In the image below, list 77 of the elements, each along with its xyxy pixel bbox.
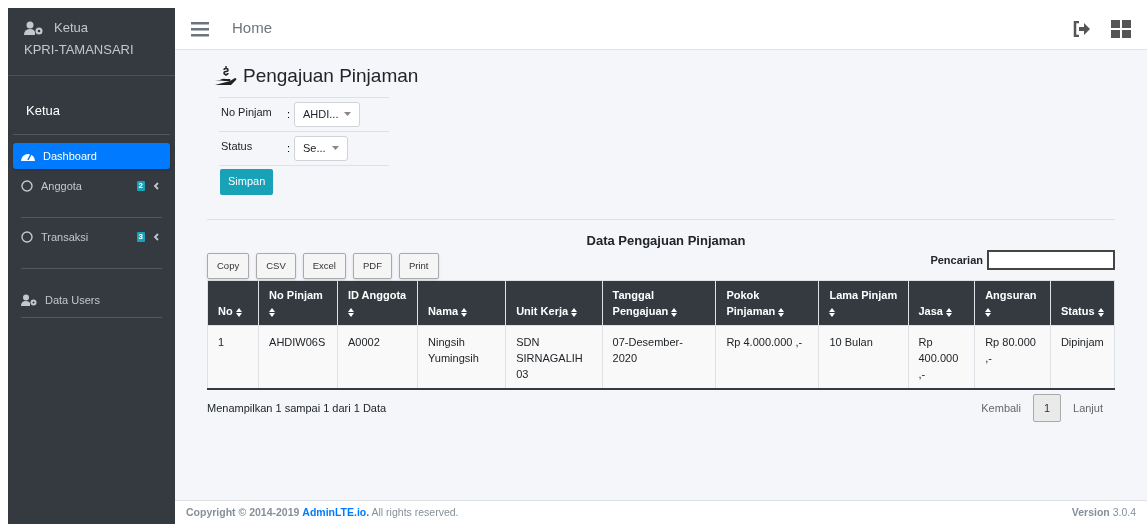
- column-header[interactable]: No Pinjam: [258, 280, 338, 326]
- field-label: No Pinjam: [220, 104, 273, 120]
- table-cell: A0002: [337, 325, 418, 389]
- select-field[interactable]: Se...: [294, 135, 348, 161]
- colon-text: :: [287, 106, 292, 122]
- menu-item[interactable]: Transaksi 3: [21, 224, 162, 250]
- table-info: Menampilkan 1 sampai 1 dari 1 Data: [207, 400, 387, 416]
- user-gear-icon: [21, 294, 37, 306]
- column-header[interactable]: ID Anggota: [337, 280, 418, 326]
- table-cell: Rp 400.000 ,-: [908, 325, 975, 389]
- table-cell: Ningsih Yumingsih: [417, 325, 506, 389]
- column-header[interactable]: Jasa: [908, 280, 975, 326]
- sort-icon: [946, 307, 953, 317]
- menu-icon[interactable]: [191, 20, 209, 37]
- column-header[interactable]: Angsuran: [974, 280, 1051, 326]
- menu-item[interactable]: Anggota 2: [21, 173, 162, 199]
- user-gear-icon: [24, 20, 44, 35]
- grid-icon[interactable]: [1111, 19, 1131, 38]
- table-title: Data Pengajuan Pinjaman: [585, 231, 747, 250]
- user-name[interactable]: Ketua: [26, 103, 60, 118]
- count-badge: 3: [136, 232, 145, 242]
- sort-icon: [671, 307, 678, 317]
- count-badge: 2: [136, 181, 145, 191]
- hand-money-icon: [215, 66, 237, 87]
- sort-icon: [985, 307, 992, 317]
- chevron-left-icon: [153, 182, 160, 190]
- table-cell: Dipinjam: [1050, 325, 1115, 389]
- export-button[interactable]: PDF: [352, 253, 392, 279]
- sort-icon: [235, 307, 242, 317]
- column-header[interactable]: Nama: [417, 280, 506, 326]
- menu-item[interactable]: Data Users: [21, 287, 162, 313]
- brand-text[interactable]: Ketua: [54, 18, 88, 38]
- table-cell: 07-Desember-2020: [602, 325, 716, 389]
- footer-link[interactable]: AdminLTE.io.: [302, 505, 370, 518]
- brand-subtitle: KPRI-TAMANSARI: [24, 40, 135, 59]
- sort-icon: [829, 307, 836, 317]
- logout-icon[interactable]: [1073, 20, 1091, 37]
- export-button[interactable]: CSV: [256, 253, 296, 279]
- search-label: Pencarian: [930, 252, 983, 268]
- table-cell: AHDIW06S: [258, 325, 338, 389]
- column-header[interactable]: No: [207, 280, 259, 326]
- chevron-left-icon: [153, 233, 160, 241]
- export-button[interactable]: Copy: [207, 253, 250, 279]
- sort-icon: [461, 307, 468, 317]
- previous-link[interactable]: Kembali: [981, 399, 1021, 417]
- sort-icon: [347, 307, 354, 317]
- page-button[interactable]: 1: [1033, 394, 1061, 422]
- table-cell: 1: [207, 325, 259, 389]
- export-button[interactable]: Excel: [302, 253, 346, 279]
- caret-down-icon: [331, 146, 339, 150]
- page-title: Pengajuan Pinjaman: [243, 64, 419, 88]
- column-header[interactable]: Status: [1050, 280, 1115, 326]
- circle-icon: [21, 231, 33, 243]
- table-cell: Rp 4.000.000 ,-: [715, 325, 819, 389]
- table-cell: 10 Bulan: [818, 325, 908, 389]
- caret-down-icon: [344, 112, 352, 116]
- copyright-text: Copyright © 2014-2019 AdminLTE.io. All rights reserved.: [186, 504, 459, 520]
- column-header[interactable]: Tanggal Pengajuan: [602, 280, 716, 326]
- colon-text: :: [287, 140, 292, 156]
- export-button[interactable]: Print: [398, 253, 439, 279]
- circle-icon: [21, 180, 33, 192]
- sort-icon: [571, 307, 578, 317]
- table-cell: Rp 80.000 ,-: [974, 325, 1051, 389]
- column-header[interactable]: Lama Pinjam: [818, 280, 908, 326]
- sort-icon: [269, 307, 276, 317]
- column-header[interactable]: Pokok Pinjaman: [715, 280, 819, 326]
- version-text: Version 3.0.4: [1071, 504, 1136, 520]
- next-link[interactable]: Lanjut: [1073, 399, 1103, 417]
- field-label: Status: [220, 138, 254, 154]
- select-field[interactable]: AHDI...: [294, 101, 361, 127]
- column-header[interactable]: Unit Kerja: [505, 280, 603, 326]
- nav-link[interactable]: Home: [232, 17, 272, 40]
- search-field[interactable]: [987, 250, 1115, 270]
- sort-icon: [1097, 307, 1104, 317]
- menu-item[interactable]: Dashboard: [13, 143, 170, 169]
- sort-icon: [778, 307, 785, 317]
- table-cell: SDN SIRNAGALIH 03: [505, 325, 603, 389]
